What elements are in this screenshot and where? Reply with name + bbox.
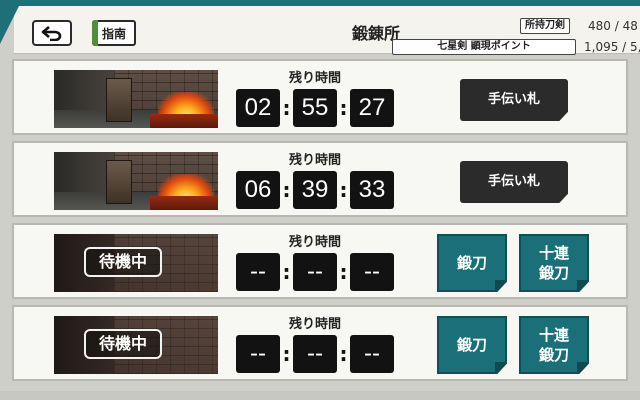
owned-swords-label: 所持刀剣: [520, 18, 570, 34]
timer-colon: :: [339, 342, 348, 366]
forge-ten-button-label: 十連 鍛刀: [538, 326, 569, 364]
timer-hours: --: [236, 335, 280, 373]
forge-slot-2: 残り時間 06 : 39 : 33 手伝い札: [12, 141, 628, 217]
countdown-timer: -- : -- : --: [236, 335, 394, 373]
guide-bookmark-icon: [92, 20, 98, 46]
forge-button[interactable]: 鍛刀: [437, 234, 507, 292]
idle-status-badge: 待機中: [84, 247, 162, 277]
forge-slot-4: 待機中 残り時間 -- : -- : -- 鍛刀 十連 鍛刀: [12, 305, 628, 381]
back-button[interactable]: [32, 20, 72, 46]
timer-colon: :: [282, 96, 291, 120]
forge-button-label: 鍛刀: [456, 254, 487, 272]
timer-seconds: --: [350, 253, 394, 291]
forge-slot-1: 残り時間 02 : 55 : 27 手伝い札: [12, 59, 628, 135]
timer-hours: --: [236, 253, 280, 291]
forge-image: 待機中: [54, 316, 218, 374]
forge-slot-3: 待機中 残り時間 -- : -- : -- 鍛刀 十連 鍛刀: [12, 223, 628, 299]
forge-ten-button[interactable]: 十連 鍛刀: [519, 316, 589, 374]
owned-swords-value: 480 / 48: [588, 19, 638, 33]
star-point-label: 七星剣 顕現ポイント: [392, 39, 576, 55]
timer-hours: 02: [236, 89, 280, 127]
timer-colon: :: [282, 260, 291, 284]
guide-label: 指南: [101, 26, 126, 41]
header-bar: 指南 鍛錬所 所持刀剣 480 / 48 七星剣 顕現ポイント 1,095 / …: [14, 6, 640, 55]
back-arrow-icon: [41, 26, 62, 41]
timer-minutes: 55: [293, 89, 337, 127]
star-point-value: 1,095 / 5,0: [584, 40, 640, 54]
timer-hours: 06: [236, 171, 280, 209]
timer-seconds: 27: [350, 89, 394, 127]
forge-image: 待機中: [54, 234, 218, 292]
guide-button[interactable]: 指南: [92, 20, 136, 46]
forge-ten-button-label: 十連 鍛刀: [538, 244, 569, 282]
countdown-timer: 06 : 39 : 33: [236, 171, 394, 209]
timer-colon: :: [339, 96, 348, 120]
timer-colon: :: [339, 260, 348, 284]
timer-seconds: 33: [350, 171, 394, 209]
forge-image: [54, 70, 218, 128]
timer-minutes: --: [293, 335, 337, 373]
countdown-timer: -- : -- : --: [236, 253, 394, 291]
forge-ten-button[interactable]: 十連 鍛刀: [519, 234, 589, 292]
remaining-time-label: 残り時間: [288, 317, 341, 332]
forge-image: [54, 152, 218, 210]
help-token-button[interactable]: 手伝い札: [460, 79, 568, 121]
countdown-timer: 02 : 55 : 27: [236, 89, 394, 127]
forge-button-label: 鍛刀: [456, 336, 487, 354]
timer-colon: :: [339, 178, 348, 202]
bottom-edge: [0, 391, 640, 400]
timer-colon: :: [282, 342, 291, 366]
corner-accent: [0, 0, 22, 44]
remaining-time-label: 残り時間: [288, 71, 341, 86]
idle-status-badge: 待機中: [84, 329, 162, 359]
remaining-time-label: 残り時間: [288, 235, 341, 250]
timer-seconds: --: [350, 335, 394, 373]
help-token-button[interactable]: 手伝い札: [460, 161, 568, 203]
timer-minutes: --: [293, 253, 337, 291]
timer-colon: :: [282, 178, 291, 202]
forge-button[interactable]: 鍛刀: [437, 316, 507, 374]
remaining-time-label: 残り時間: [288, 153, 341, 168]
timer-minutes: 39: [293, 171, 337, 209]
